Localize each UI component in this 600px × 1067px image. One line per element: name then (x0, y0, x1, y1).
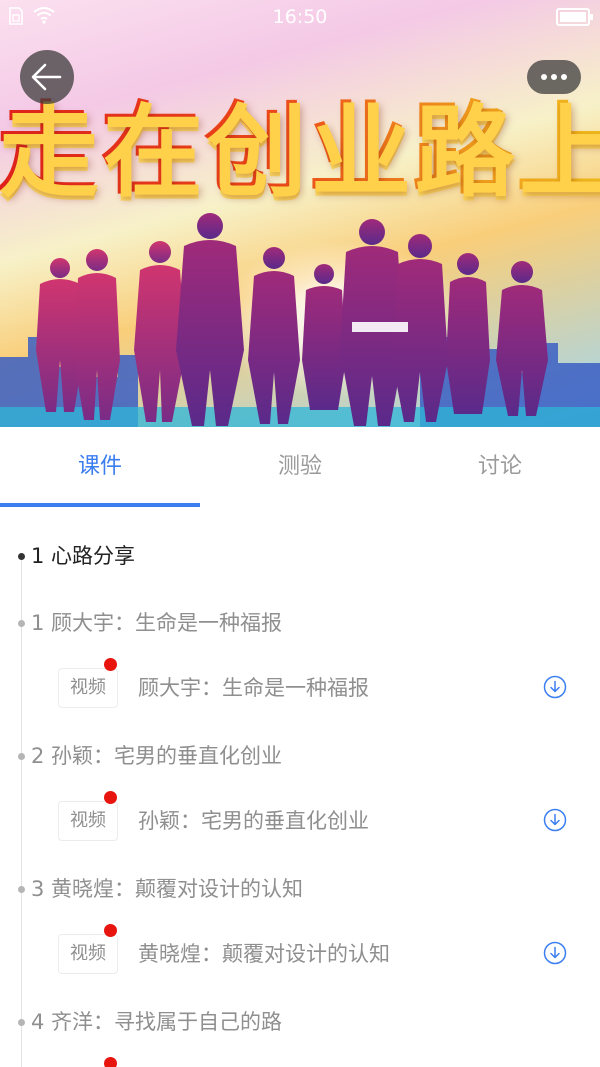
course-outline: 1 心路分享 1 顾大宇：生命是一种福报 视频 顾大宇：生命是一种福报 2 孙颖… (0, 507, 600, 1067)
chapter-title: 3 黄晓煌：颠覆对设计的认知 (31, 877, 304, 901)
video-tag: 视频 (58, 934, 118, 974)
chapter-dot (18, 1019, 25, 1026)
lesson-title: 孙颖：宅男的垂直化创业 (138, 809, 369, 833)
more-button[interactable] (527, 60, 581, 94)
banner-title: 走在创业路上 (0, 68, 600, 213)
chapter-title: 1 顾大宇：生命是一种福报 (31, 611, 283, 635)
lesson-row[interactable]: 视频 黄晓煌：颠覆对设计的认知 (0, 924, 600, 979)
course-tabs: 课件 测验 讨论 (0, 427, 600, 507)
chapter-title: 2 孙颖：宅男的垂直化创业 (31, 744, 283, 768)
back-button[interactable] (20, 50, 74, 104)
chapter-dot (18, 753, 25, 760)
chapter-dot (18, 620, 25, 627)
lesson-row[interactable]: 视频 孙颖：宅男的垂直化创业 (0, 791, 600, 846)
status-bar: 16:50 (0, 0, 600, 34)
unread-dot (104, 658, 117, 671)
chapter-title: 4 齐洋：寻找属于自己的路 (31, 1010, 283, 1034)
course-banner: 走在创业路上 走在创业路上 16:50 (0, 0, 600, 427)
download-icon[interactable] (543, 675, 567, 699)
download-icon[interactable] (543, 941, 567, 965)
section-title: 1 心路分享 (31, 544, 136, 568)
lesson-row[interactable]: 视频 顾大宇：生命是一种福报 (0, 658, 600, 713)
chapter-dot (18, 886, 25, 893)
lesson-title: 顾大宇：生命是一种福报 (138, 676, 369, 700)
status-time: 16:50 (272, 6, 328, 28)
business-people-silhouettes (36, 213, 548, 426)
lesson-title: 黄晓煌：颠覆对设计的认知 (138, 942, 390, 966)
more-dots-icon (541, 74, 567, 80)
unread-dot (104, 924, 117, 937)
arrow-left-icon (31, 63, 62, 91)
download-icon[interactable] (543, 808, 567, 832)
tab-discussion[interactable]: 讨论 (400, 427, 600, 507)
section-dot (18, 553, 25, 560)
unread-dot (104, 1057, 117, 1067)
unread-dot (104, 791, 117, 804)
tab-quiz[interactable]: 测验 (200, 427, 400, 507)
battery-icon (556, 8, 593, 26)
video-tag: 视频 (58, 801, 118, 841)
lesson-row[interactable] (0, 1057, 600, 1067)
video-tag: 视频 (58, 668, 118, 708)
tab-courseware[interactable]: 课件 (0, 427, 200, 507)
